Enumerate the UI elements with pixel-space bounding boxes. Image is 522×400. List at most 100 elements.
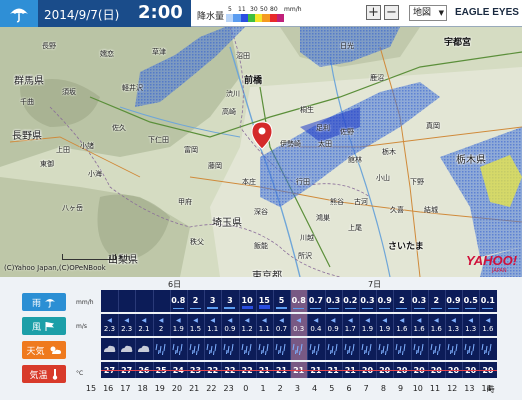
wind-cell: ◀ 0.3	[290, 317, 307, 334]
wind-arrow-icon: ◀	[107, 317, 112, 324]
wind-arrow-icon: ◀	[330, 317, 336, 324]
wind-cell: ◀ 1.3	[462, 317, 479, 334]
wind-cell: ◀ 2.3	[101, 317, 118, 334]
rain-bar	[241, 305, 253, 309]
wind-value: 1.6	[430, 325, 442, 333]
rain-icon	[428, 341, 445, 357]
hour-label: 時	[486, 385, 495, 394]
rain-bar	[430, 307, 442, 309]
rain-bar	[293, 307, 305, 309]
rain-bar	[465, 307, 477, 309]
place-label: 秩父	[190, 238, 204, 246]
hour-label: 3	[294, 384, 300, 393]
place-label: 深谷	[254, 208, 268, 216]
wind-value: 2.3	[121, 325, 133, 333]
hour-label: 4	[312, 384, 318, 393]
wind-arrow-icon: ◀	[382, 317, 387, 324]
rain-icon	[239, 341, 256, 357]
city-label: 宇都宮	[444, 38, 472, 48]
hour-label: 18	[137, 384, 148, 393]
place-label: 小諸	[80, 142, 94, 150]
unit-label: mm/h	[76, 299, 94, 306]
row-label-text: 雨	[31, 298, 41, 309]
place-label: 足利	[316, 124, 330, 132]
place-label: 佐久	[112, 124, 126, 132]
rain-cell: 0.8	[290, 293, 307, 309]
wind-arrow-icon: ◀	[485, 317, 491, 324]
row-label-rain[interactable]: 雨	[22, 293, 66, 311]
hour-label: 15	[85, 384, 97, 393]
scale-text: 10 km	[108, 254, 131, 262]
chevron-down-icon: ▼	[438, 9, 444, 17]
place-label: 富岡	[184, 146, 198, 154]
place-label: 川越	[300, 234, 314, 242]
hour-label: 2	[277, 384, 283, 393]
wind-value: 1.1	[207, 325, 219, 333]
hour-label: 19	[154, 384, 165, 393]
wind-cell: ◀ 1.9	[376, 317, 393, 334]
cloud-icon	[135, 341, 152, 357]
wind-value: 2.3	[103, 325, 116, 333]
rain-cell	[118, 293, 135, 309]
place-label: 栃木	[382, 148, 396, 156]
legend-colorbar	[226, 14, 284, 22]
place-label: 真岡	[426, 122, 440, 130]
wind-arrow-icon: ◀	[279, 317, 284, 324]
row-label-weather[interactable]: 天気	[22, 341, 66, 359]
wind-arrow-icon: ◀	[347, 317, 353, 324]
wind-arrow-icon: ◀	[193, 317, 198, 324]
map-type-select[interactable]: 地図 ▼	[409, 5, 447, 21]
umbrella-icon[interactable]	[0, 0, 38, 27]
wind-cell: ◀ 1.2	[239, 317, 256, 334]
row-label-temp[interactable]: 気温	[22, 365, 66, 383]
wind-value: 2	[158, 325, 164, 333]
rain-cell: 3	[204, 293, 221, 309]
place-label: 桐生	[300, 106, 314, 114]
rain-cell: 0.5	[462, 293, 479, 309]
wind-arrow-icon: ◀	[416, 317, 422, 324]
wind-arrow-icon: ◀	[313, 317, 319, 324]
hour-label: 12	[447, 384, 458, 393]
legend-tick: 30	[250, 6, 258, 13]
prefecture-label: 埼玉県	[212, 218, 242, 229]
city-label: 前橋	[244, 76, 263, 86]
wind-cell: ◀ 1.9	[359, 317, 376, 334]
place-label: 鴻巣	[316, 214, 330, 222]
place-label: 下仁田	[148, 136, 169, 144]
wind-value: 0.4	[310, 325, 322, 333]
wind-cell: ◀ 1.1	[256, 317, 273, 334]
cloud-icon	[101, 341, 118, 357]
place-label: 沼田	[236, 52, 250, 60]
place-label: 須坂	[62, 88, 76, 96]
wind-value: 1.9	[361, 325, 374, 333]
unit-label: m/s	[76, 323, 87, 330]
rain-bar	[276, 306, 287, 309]
rain-icon	[479, 341, 496, 357]
map-terrain	[0, 27, 522, 277]
wind-value: 1.9	[172, 325, 184, 333]
legend-tick: 5	[228, 6, 232, 13]
row-label-wind[interactable]: 風	[22, 317, 66, 335]
rain-icon	[462, 341, 479, 357]
wind-cell: ◀ 0.9	[325, 317, 342, 334]
wind-value: 0.3	[293, 325, 305, 333]
precipitation-legend: 5 11 30 50 80 mm/h	[226, 6, 314, 24]
zoom-out-button[interactable]: −	[384, 5, 399, 20]
rain-icon	[290, 341, 307, 357]
hour-label: 6	[346, 384, 352, 393]
rain-bar	[362, 307, 373, 309]
wind-arrow-icon: ◀	[451, 317, 456, 324]
hour-label: 8	[380, 384, 386, 393]
rain-bar	[224, 307, 236, 309]
wind-arrow-icon: ◀	[365, 317, 370, 324]
rain-bar	[413, 307, 425, 309]
zoom-in-button[interactable]: +	[366, 5, 381, 20]
wind-arrow-icon: ◀	[433, 317, 439, 324]
place-label: 飯能	[254, 242, 268, 250]
rain-bar	[310, 307, 322, 309]
wind-arrow-icon: ◀	[261, 317, 267, 324]
weather-map[interactable]: 長野県 群馬県 埼玉県 山梨県 東京都 栃木県 前橋 宇都宮 さいたま 軽井沢 …	[0, 27, 522, 277]
wind-cell: ◀ 2	[153, 317, 170, 334]
date-time-display: 2014/9/7(日) 2:00	[38, 0, 191, 27]
wind-cell: ◀ 1.6	[411, 317, 428, 334]
